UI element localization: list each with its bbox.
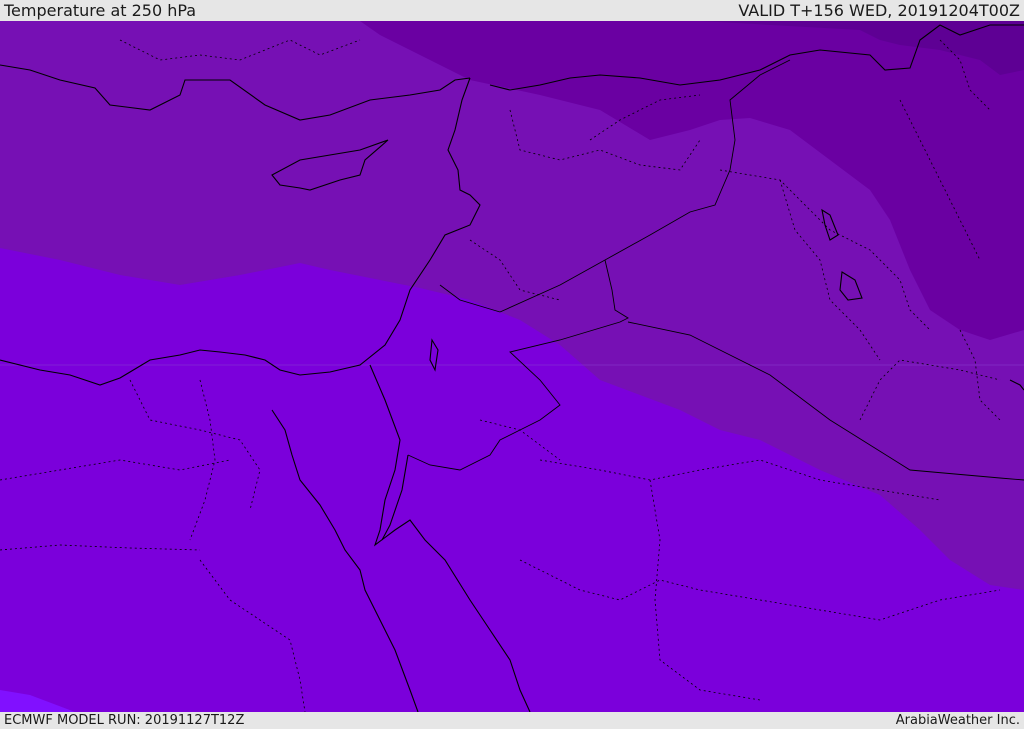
footer-bar: ECMWF MODEL RUN: 20191127T12Z ArabiaWeat… xyxy=(0,712,1024,729)
credit: ArabiaWeather Inc. xyxy=(895,713,1020,728)
valid-time: VALID T+156 WED, 20191204T00Z xyxy=(738,1,1020,20)
map-title: Temperature at 250 hPa xyxy=(4,1,197,20)
header-bar: Temperature at 250 hPa VALID T+156 WED, … xyxy=(0,0,1024,21)
temperature-map[interactable] xyxy=(0,21,1024,712)
model-run: ECMWF MODEL RUN: 20191127T12Z xyxy=(4,713,245,728)
